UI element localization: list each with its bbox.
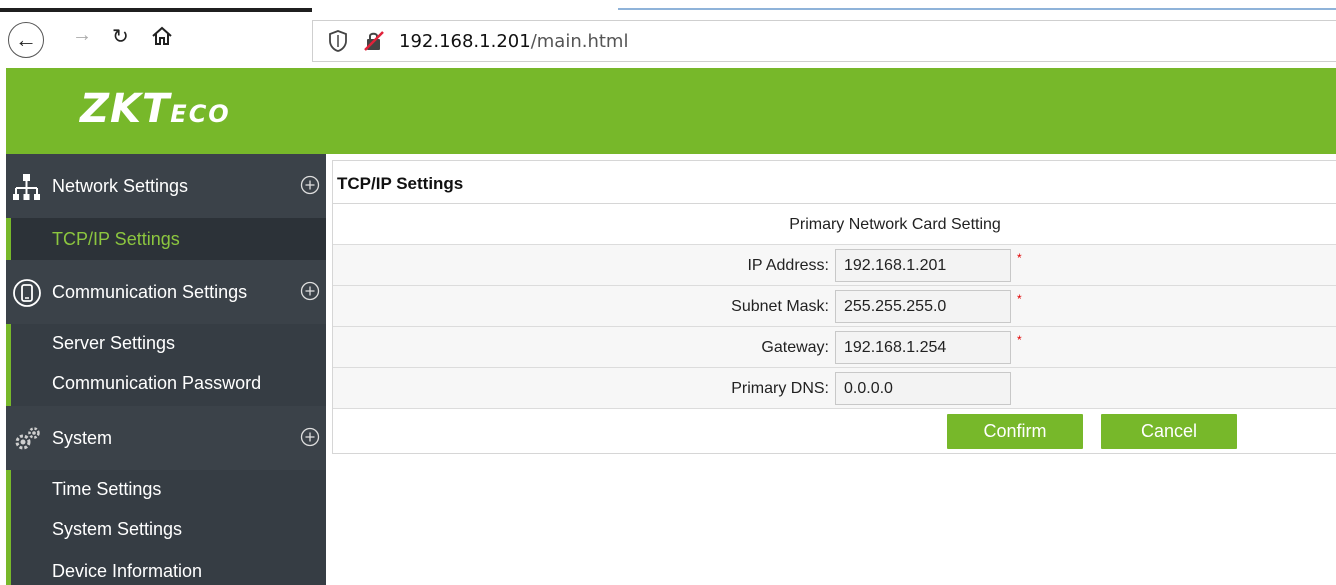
arrow-left-icon: ← [15, 27, 37, 52]
confirm-button[interactable]: Confirm [947, 414, 1083, 449]
home-icon [152, 26, 172, 45]
subnet-mask-input[interactable] [835, 290, 1011, 323]
reload-button[interactable]: ↻ [112, 24, 129, 49]
sidebar-item-device-information[interactable]: Device Information [6, 552, 326, 585]
primary-dns-input[interactable] [835, 372, 1011, 405]
panel-title: TCP/IP Settings [337, 174, 464, 193]
field-label: Primary DNS: [731, 380, 829, 397]
app-header: ZKTECO [6, 68, 1336, 154]
address-bar[interactable]: 192.168.1.201/main.html [312, 20, 1336, 62]
url-text[interactable]: 192.168.1.201/main.html [399, 31, 628, 52]
menu-group-communication-settings[interactable]: Communication Settings [6, 260, 326, 324]
form-row-ip-address: IP Address: * [333, 245, 1336, 286]
network-icon [13, 174, 40, 200]
expand-plus-icon[interactable] [300, 281, 320, 301]
form-row-gateway: Gateway: * [333, 327, 1336, 368]
menu-group-network-settings[interactable]: Network Settings [6, 154, 326, 218]
field-label: Gateway: [761, 339, 829, 356]
zkteco-logo: ZKTECO [80, 86, 231, 132]
logo-main: ZKT [80, 86, 171, 132]
sidebar-item-system-settings[interactable]: System Settings [6, 510, 326, 552]
gears-icon [15, 427, 40, 450]
sidebar-item-server-settings[interactable]: Server Settings [6, 324, 326, 364]
forward-button[interactable]: → [72, 24, 92, 47]
tab-strip-line [618, 8, 1336, 10]
logo-suffix: ECO [170, 100, 231, 128]
expand-plus-icon[interactable] [300, 427, 320, 447]
group-indicator [6, 324, 11, 364]
sidebar: Network Settings TCP/IP Settings Communi… [6, 154, 326, 585]
sidebar-item-label: TCP/IP Settings [52, 229, 180, 249]
field-label: IP Address: [747, 257, 829, 274]
required-marker: * [1017, 333, 1022, 347]
active-indicator [6, 218, 11, 260]
sidebar-item-label: Time Settings [52, 479, 162, 499]
menu-group-system[interactable]: System [6, 406, 326, 470]
tcpip-settings-panel: TCP/IP Settings Primary Network Card Set… [332, 160, 1336, 454]
menu-group-label: Network Settings [52, 176, 189, 196]
group-indicator [6, 552, 11, 585]
ip-address-input[interactable] [835, 249, 1011, 282]
browser-toolbar: ← → ↻ 192.168.1.201/main.html [0, 0, 1336, 68]
required-marker: * [1017, 292, 1022, 306]
section-header-row: Primary Network Card Setting [333, 204, 1336, 245]
expand-plus-icon[interactable] [300, 175, 320, 195]
url-path: /main.html [530, 31, 629, 52]
group-indicator [6, 364, 11, 406]
insecure-lock-icon[interactable] [363, 30, 385, 52]
required-marker: * [1017, 251, 1022, 265]
form-row-subnet-mask: Subnet Mask: * [333, 286, 1336, 327]
reload-icon: ↻ [112, 26, 129, 48]
sidebar-item-label: Device Information [52, 561, 203, 581]
url-host: 192.168.1.201 [399, 31, 531, 52]
section-title: Primary Network Card Setting [789, 216, 1001, 233]
cancel-button[interactable]: Cancel [1101, 414, 1237, 449]
panel-title-bar: TCP/IP Settings [333, 161, 1336, 204]
back-button[interactable]: ← [8, 22, 44, 58]
home-button[interactable] [150, 24, 174, 48]
field-label: Subnet Mask: [731, 298, 829, 315]
arrow-right-icon: → [72, 24, 92, 46]
shield-icon[interactable] [329, 30, 347, 52]
sidebar-item-label: Server Settings [52, 333, 176, 353]
sidebar-item-communication-password[interactable]: Communication Password [6, 364, 326, 406]
active-tab-indicator [0, 8, 312, 12]
sidebar-item-tcpip-settings[interactable]: TCP/IP Settings [6, 218, 326, 260]
sidebar-item-time-settings[interactable]: Time Settings [6, 470, 326, 510]
group-indicator [6, 510, 11, 552]
menu-group-label: Communication Settings [52, 282, 248, 302]
form-row-primary-dns: Primary DNS: [333, 368, 1336, 409]
communication-icon [13, 279, 41, 307]
gateway-input[interactable] [835, 331, 1011, 364]
sidebar-item-label: System Settings [52, 519, 183, 539]
group-indicator [6, 470, 11, 510]
menu-group-label: System [52, 428, 113, 448]
sidebar-item-label: Communication Password [52, 373, 262, 393]
